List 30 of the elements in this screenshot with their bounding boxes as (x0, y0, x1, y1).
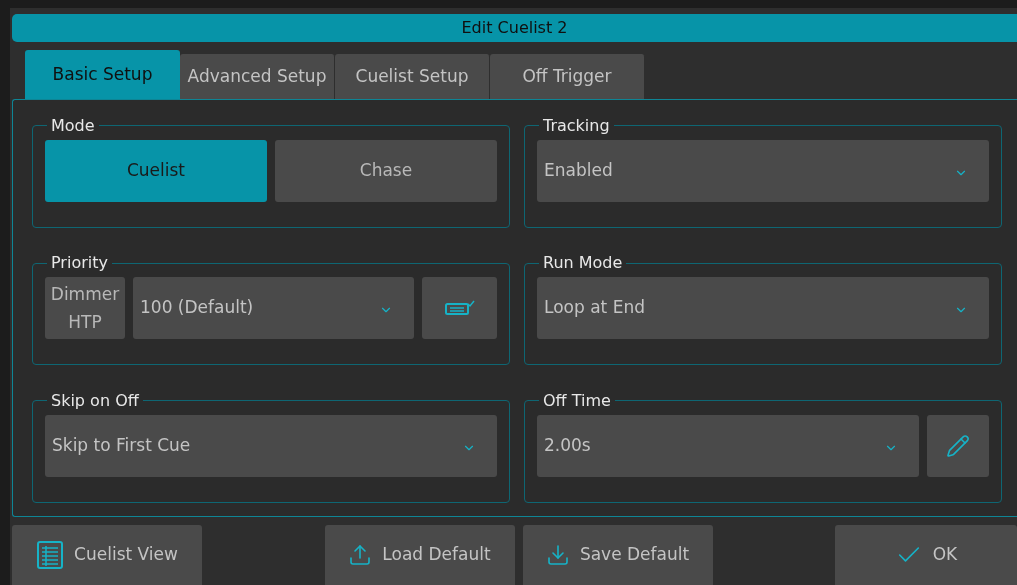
group-label: Off Time (542, 389, 612, 412)
window-title: Edit Cuelist 2 (12, 14, 1017, 42)
footer-button[interactable]: Load Default (324, 525, 515, 585)
edit-button[interactable] (927, 414, 989, 477)
mode-toggle[interactable]: Cuelist (45, 139, 267, 202)
keypad-button[interactable] (422, 277, 497, 340)
group-label: Tracking (542, 114, 611, 137)
download-icon (545, 543, 570, 567)
dropdown[interactable]: 2.00s (537, 414, 919, 477)
upload-icon (348, 543, 373, 567)
footer-button[interactable]: Save Default (522, 525, 713, 585)
dropdown[interactable]: Enabled (537, 139, 989, 202)
tab[interactable]: Off Trigger (490, 53, 645, 99)
group-label: Priority (50, 252, 109, 275)
mode-toggle[interactable]: Chase (275, 139, 497, 202)
dropdown[interactable]: 100 (Default) (133, 277, 414, 340)
tab[interactable]: Basic Setup (25, 49, 180, 99)
dropdown[interactable]: Skip to First Cue (45, 414, 497, 477)
group-label: Skip on Off (50, 389, 140, 412)
keyboard-icon (444, 300, 475, 317)
footer-button[interactable]: OK (835, 525, 1017, 585)
footer-button[interactable]: Cuelist View (12, 525, 202, 585)
group-label: Mode (50, 114, 96, 137)
priority-button[interactable]: Dimmer HTP (45, 277, 125, 340)
dropdown[interactable]: Loop at End (537, 277, 989, 340)
group-label: Run Mode (542, 252, 624, 275)
list-icon (36, 540, 65, 570)
tab[interactable]: Cuelist Setup (335, 53, 490, 99)
pencil-icon (946, 433, 970, 458)
tab[interactable]: Advanced Setup (180, 53, 335, 99)
